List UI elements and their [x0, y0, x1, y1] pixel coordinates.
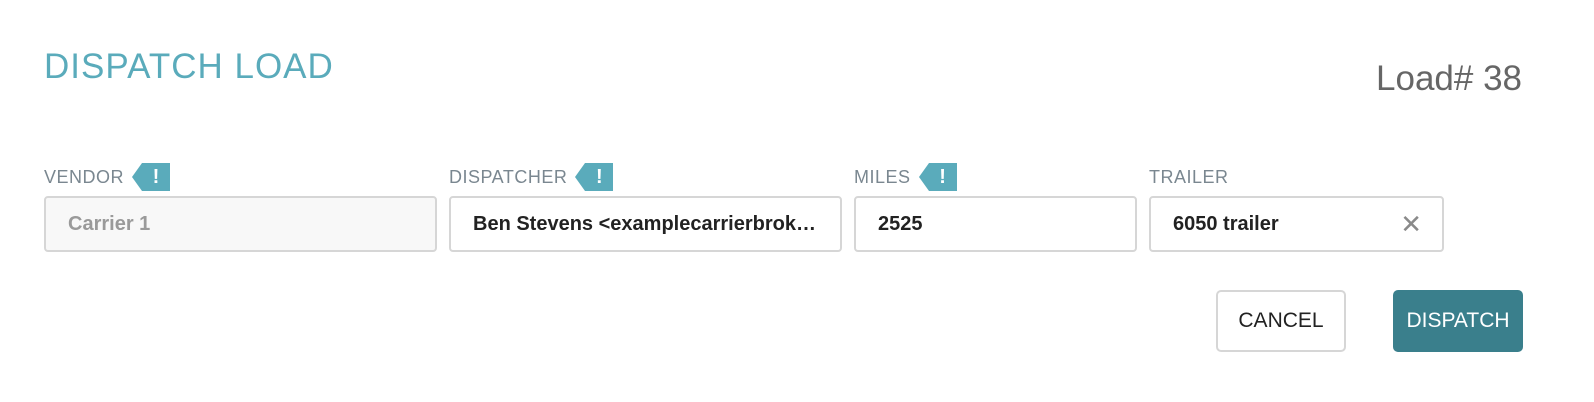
dispatcher-value: Ben Stevens <examplecarrierbrok…	[473, 212, 816, 235]
cancel-button[interactable]: CANCEL	[1216, 290, 1346, 352]
dialog-title: DISPATCH LOAD	[44, 47, 334, 86]
load-number: Load# 38	[1376, 59, 1522, 98]
miles-label: MILES	[854, 167, 911, 187]
miles-warning-icon[interactable]: !	[918, 163, 957, 191]
vendor-label: VENDOR	[44, 167, 125, 187]
trailer-select[interactable]: 6050 trailer ✕	[1149, 196, 1444, 252]
trailer-value: 6050 trailer	[1173, 212, 1279, 235]
trailer-label: TRAILER	[1149, 167, 1229, 187]
dispatcher-select[interactable]: Ben Stevens <examplecarrierbrok…	[449, 196, 842, 252]
dispatcher-label: DISPATCHER	[449, 167, 568, 187]
miles-label-row: MILES !	[854, 160, 1137, 194]
vendor-input: Carrier 1	[44, 196, 437, 252]
vendor-warning-icon[interactable]: !	[132, 163, 171, 191]
miles-input[interactable]: 2525	[854, 196, 1137, 252]
vendor-value: Carrier 1	[68, 212, 151, 235]
trailer-field: TRAILER 6050 trailer ✕	[1149, 160, 1444, 252]
trailer-label-row: TRAILER	[1149, 160, 1444, 194]
miles-field: MILES ! 2525	[854, 160, 1137, 252]
vendor-field: VENDOR ! Carrier 1	[44, 160, 437, 252]
dispatcher-label-row: DISPATCHER !	[449, 160, 842, 194]
dispatcher-field: DISPATCHER ! Ben Stevens <examplecarrier…	[449, 160, 842, 252]
vendor-label-row: VENDOR !	[44, 160, 437, 194]
miles-value: 2525	[878, 212, 923, 235]
dispatcher-warning-icon[interactable]: !	[575, 163, 614, 191]
close-icon[interactable]: ✕	[1400, 211, 1422, 237]
dispatch-button[interactable]: DISPATCH	[1393, 290, 1523, 352]
